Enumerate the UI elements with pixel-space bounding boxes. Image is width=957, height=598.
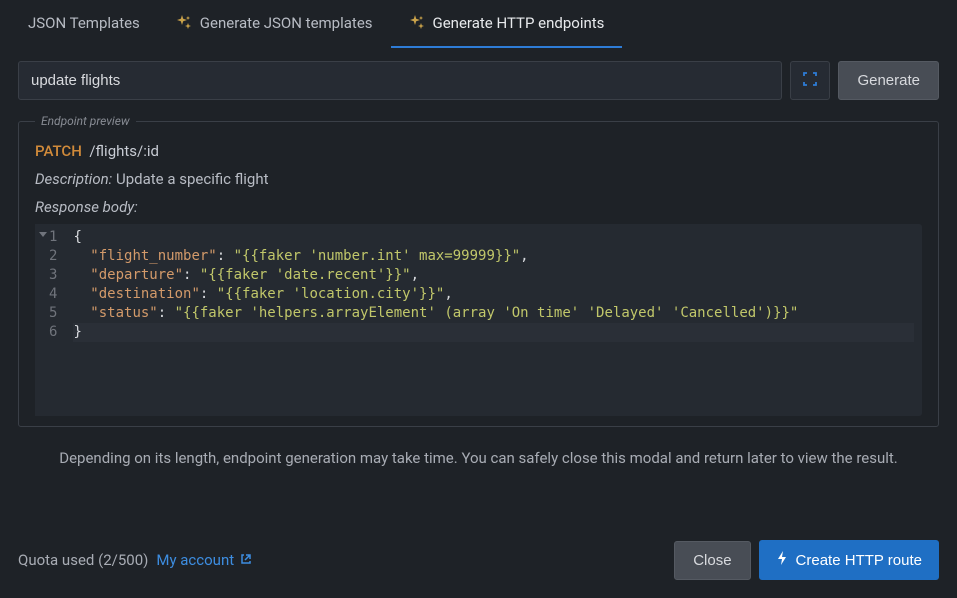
input-row: Generate xyxy=(0,49,957,110)
create-button-label: Create HTTP route xyxy=(796,552,922,569)
bolt-icon xyxy=(776,551,788,569)
sparkle-icon xyxy=(176,15,192,31)
preview-legend: Endpoint preview xyxy=(35,114,136,128)
tab-generate-http-endpoints[interactable]: Generate HTTP endpoints xyxy=(391,0,623,48)
endpoint-line: PATCH /flights/:id xyxy=(35,142,922,160)
account-link-text: My account xyxy=(156,551,234,569)
endpoint-preview-panel: Endpoint preview PATCH /flights/:id Desc… xyxy=(18,114,939,427)
description-label: Description: xyxy=(35,170,112,188)
tab-label: Generate HTTP endpoints xyxy=(433,14,605,32)
create-http-route-button[interactable]: Create HTTP route xyxy=(759,540,939,580)
description-text: Update a specific flight xyxy=(116,170,269,188)
tab-label: JSON Templates xyxy=(28,14,140,32)
http-method: PATCH xyxy=(35,142,82,160)
description-line: Description: Update a specific flight xyxy=(35,170,922,188)
info-text: Depending on its length, endpoint genera… xyxy=(0,437,957,486)
tab-json-templates[interactable]: JSON Templates xyxy=(10,0,158,48)
generate-button[interactable]: Generate xyxy=(838,61,939,100)
tab-generate-json-templates[interactable]: Generate JSON templates xyxy=(158,0,391,48)
tab-label: Generate JSON templates xyxy=(200,14,373,32)
endpoint-path: /flights/:id xyxy=(89,142,159,160)
tabs-bar: JSON Templates Generate JSON templates G… xyxy=(0,0,957,49)
code-body: { "flight_number": "{{faker 'number.int'… xyxy=(65,224,922,416)
response-body-label: Response body: xyxy=(35,198,922,216)
footer: Quota used (2/500) My account Close Crea… xyxy=(0,526,957,598)
quota-label: Quota used (2/500) xyxy=(18,551,148,569)
sparkle-icon xyxy=(409,15,425,31)
code-editor[interactable]: 123456 { "flight_number": "{{faker 'numb… xyxy=(35,224,922,416)
line-gutter: 123456 xyxy=(35,224,65,416)
close-button[interactable]: Close xyxy=(674,541,750,580)
prompt-input[interactable] xyxy=(18,61,782,100)
target-brackets-button[interactable] xyxy=(790,61,830,100)
external-link-icon xyxy=(240,551,252,569)
target-brackets-icon xyxy=(801,70,819,91)
my-account-link[interactable]: My account xyxy=(156,551,252,569)
